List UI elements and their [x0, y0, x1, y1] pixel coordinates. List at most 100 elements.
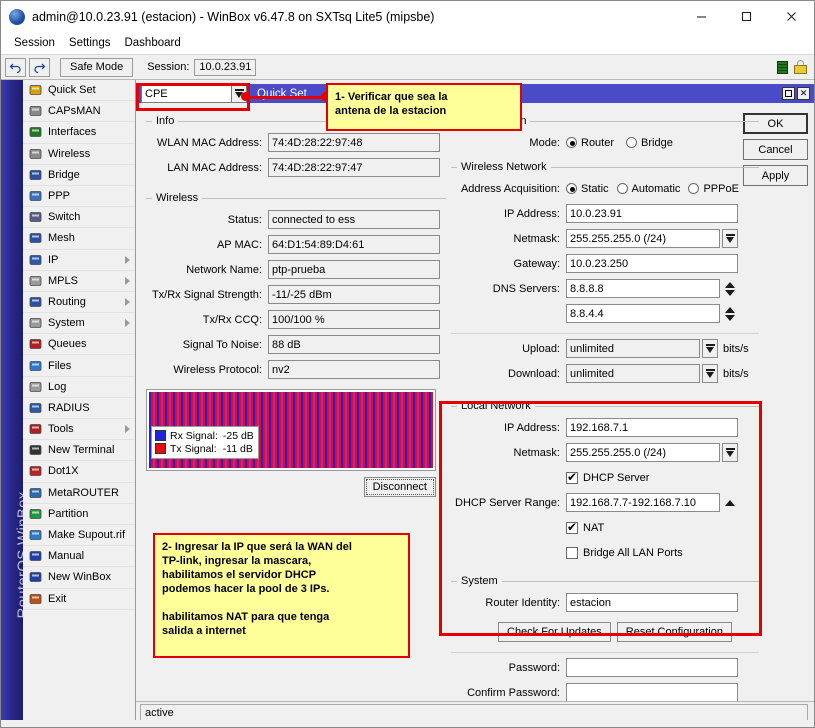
upload-dropdown-icon[interactable]	[702, 339, 718, 358]
acq-radio-static[interactable]: Static	[566, 183, 609, 195]
sidebar-item-new-winbox[interactable]: New WinBox	[23, 567, 135, 588]
minimize-icon[interactable]	[679, 1, 724, 32]
sidebar-item-wireless[interactable]: Wireless	[23, 144, 135, 165]
sidebar-item-label: Log	[48, 381, 66, 393]
sidebar-item-routing[interactable]: Routing	[23, 292, 135, 313]
lan-ip-label: IP Address:	[451, 422, 566, 434]
chevron-right-icon[interactable]	[125, 277, 130, 285]
lan-netmask-input[interactable]: 255.255.255.0 (/24)	[566, 443, 720, 462]
sidebar-item-system[interactable]: System	[23, 313, 135, 334]
sidebar-item-mesh[interactable]: Mesh	[23, 228, 135, 249]
sidebar-item-interfaces[interactable]: Interfaces	[23, 122, 135, 143]
wan-gateway-input[interactable]: 10.0.23.250	[566, 254, 738, 273]
dhcp-range-input[interactable]: 192.168.7.7-192.168.7.10	[566, 493, 720, 512]
sidebar-item-exit[interactable]: Exit	[23, 589, 135, 610]
system-group: System Router Identity: estacion Check F…	[451, 581, 759, 703]
safe-mode-button[interactable]: Safe Mode	[60, 58, 133, 77]
signal-graph-legend: Rx Signal: -25 dB Tx Signal: -11 dB	[151, 426, 259, 459]
sidebar-item-dot1x[interactable]: Dot1X	[23, 461, 135, 482]
dns-spinner-1-icon[interactable]	[723, 279, 736, 298]
sidebar-item-log[interactable]: Log	[23, 377, 135, 398]
wireless-group-legend: Wireless	[152, 192, 202, 204]
menu-session[interactable]: Session	[7, 35, 62, 51]
legend-rx-label: Rx Signal:	[170, 430, 218, 442]
chevron-right-icon[interactable]	[125, 319, 130, 327]
chevron-right-icon[interactable]	[125, 425, 130, 433]
wan-ip-label: IP Address:	[451, 208, 566, 220]
bandwidth-separator	[451, 333, 759, 334]
reset-configuration-button[interactable]: Reset Configuration	[617, 622, 732, 642]
sidebar-item-label: Exit	[48, 593, 66, 605]
lan-ip-input[interactable]: 192.168.7.1	[566, 418, 738, 437]
snr-label: Signal To Noise:	[146, 339, 268, 351]
sidebar-item-mpls[interactable]: MPLS	[23, 271, 135, 292]
sidebar-item-ip[interactable]: IP	[23, 250, 135, 271]
bridge-all-lan-ports-checkbox[interactable]: Bridge All LAN Ports	[566, 547, 683, 559]
bridge-all-lan-ports-label: Bridge All LAN Ports	[583, 547, 683, 559]
close-icon[interactable]	[769, 1, 814, 32]
dns-server-input-1[interactable]: 8.8.8.8	[566, 279, 720, 298]
dns-server-input-2[interactable]: 8.8.4.4	[566, 304, 720, 323]
wan-netmask-dropdown-icon[interactable]	[722, 229, 738, 248]
acq-radio-automatic[interactable]: Automatic	[617, 183, 681, 195]
chevron-right-icon[interactable]	[125, 298, 130, 306]
preset-combobox[interactable]: CPE	[141, 84, 247, 103]
sidebar-item-label: Files	[48, 360, 71, 372]
restore-icon[interactable]	[782, 87, 795, 100]
preset-input[interactable]: CPE	[141, 84, 231, 103]
dhcp-server-row: DHCP Server	[451, 467, 759, 488]
download-row: Download: unlimited bits/s	[451, 363, 759, 384]
mode-radio-bridge-label: Bridge	[641, 137, 673, 149]
close-icon[interactable]: ✕	[797, 87, 810, 100]
sidebar-item-capsman[interactable]: CAPsMAN	[23, 101, 135, 122]
mesh-icon	[28, 231, 43, 245]
sidebar-item-radius[interactable]: RADIUS	[23, 398, 135, 419]
download-input[interactable]: unlimited	[566, 364, 700, 383]
menu-settings[interactable]: Settings	[62, 35, 118, 51]
undo-icon[interactable]	[5, 58, 26, 77]
router-identity-input[interactable]: estacion	[566, 593, 738, 612]
sidebar-item-make-supout-rif[interactable]: Make Supout.rif	[23, 525, 135, 546]
menu-dashboard[interactable]: Dashboard	[117, 35, 187, 51]
redo-icon[interactable]	[29, 58, 50, 77]
nat-checkbox[interactable]: NAT	[566, 522, 604, 534]
sidebar-item-tools[interactable]: Tools	[23, 419, 135, 440]
sidebar-item-switch[interactable]: Switch	[23, 207, 135, 228]
password-input[interactable]	[566, 658, 738, 677]
sidebar-item-metarouter[interactable]: MetaROUTER	[23, 483, 135, 504]
sidebar-item-partition[interactable]: Partition	[23, 504, 135, 525]
sidebar-item-ppp[interactable]: PPP	[23, 186, 135, 207]
confirm-password-input[interactable]	[566, 683, 738, 702]
dhcp-range-up-icon[interactable]	[723, 493, 736, 512]
sidebar-item-quick-set[interactable]: Quick Set	[23, 80, 135, 101]
local-network-group-legend: Local Network	[457, 400, 535, 412]
sidebar-item-bridge[interactable]: Bridge	[23, 165, 135, 186]
mpls-icon	[28, 274, 43, 288]
maximize-icon[interactable]	[724, 1, 769, 32]
sidebar-item-queues[interactable]: Queues	[23, 334, 135, 355]
mode-radio-router[interactable]: Router	[566, 137, 614, 149]
quick-set-window-controls: ✕	[782, 87, 814, 100]
signal-graph: Rx Signal: -25 dB Tx Signal: -11 dB	[146, 389, 436, 471]
sidebar-item-new-terminal[interactable]: New Terminal	[23, 440, 135, 461]
mode-radio-bridge[interactable]: Bridge	[626, 137, 673, 149]
upload-input[interactable]: unlimited	[566, 339, 700, 358]
window-titlebar: admin@10.0.23.91 (estacion) - WinBox v6.…	[1, 1, 814, 32]
lan-netmask-dropdown-icon[interactable]	[722, 443, 738, 462]
bridge-icon	[28, 168, 43, 182]
signal-strength-row: Tx/Rx Signal Strength: -11/-25 dBm	[146, 284, 446, 305]
dhcp-server-checkbox[interactable]: DHCP Server	[566, 472, 649, 484]
tx-color-swatch	[155, 443, 166, 454]
dns-spinner-2-icon[interactable]	[723, 304, 736, 323]
log-icon	[28, 380, 43, 394]
sidebar-item-files[interactable]: Files	[23, 355, 135, 376]
chevron-right-icon[interactable]	[125, 256, 130, 264]
disconnect-button[interactable]: Disconnect	[364, 477, 436, 497]
download-dropdown-icon[interactable]	[702, 364, 718, 383]
wireless-protocol-value: nv2	[268, 360, 440, 379]
sidebar-item-manual[interactable]: Manual	[23, 546, 135, 567]
acq-radio-pppoe[interactable]: PPPoE	[688, 183, 738, 195]
check-for-updates-button[interactable]: Check For Updates	[498, 622, 611, 642]
wan-netmask-input[interactable]: 255.255.255.0 (/24)	[566, 229, 720, 248]
wan-ip-input[interactable]: 10.0.23.91	[566, 204, 738, 223]
